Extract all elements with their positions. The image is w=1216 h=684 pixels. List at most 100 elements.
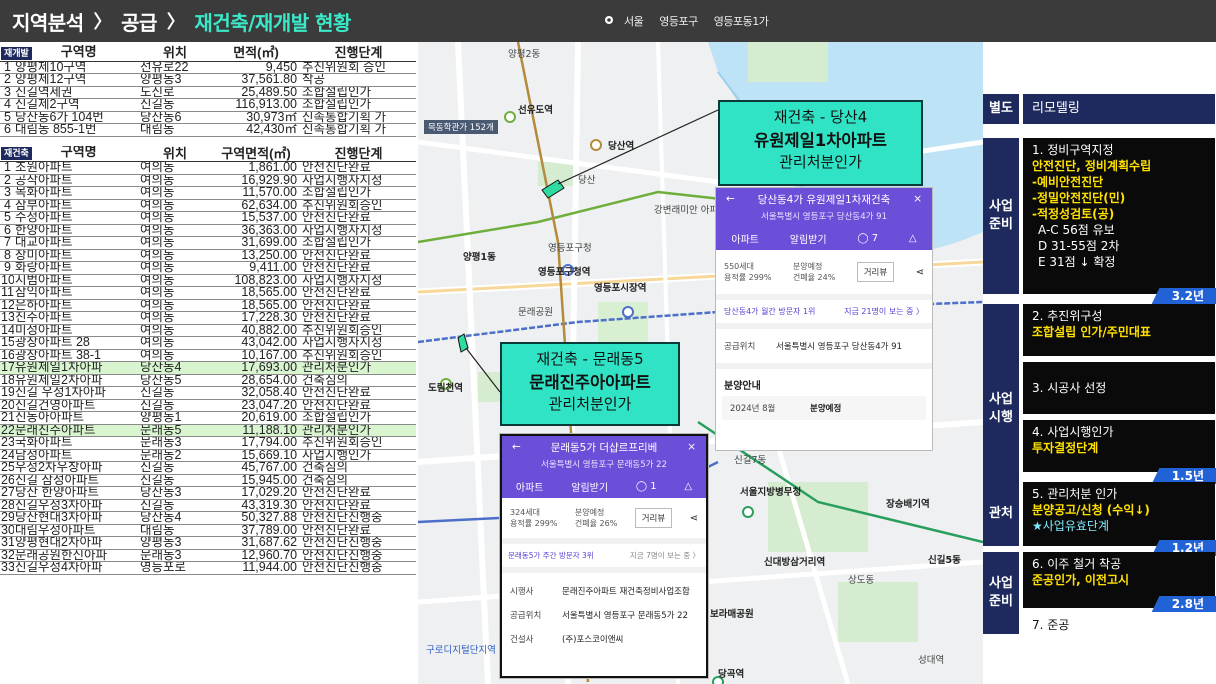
location: 당산동3 <box>139 486 212 500</box>
area: 40,882.00 <box>211 324 302 337</box>
row-number: 4 <box>0 199 14 212</box>
supply-location-value: 서울특별시 영등포구 당산동4가 91 <box>776 342 902 352</box>
progress-stage: 추진위원회승인 <box>301 199 417 212</box>
zone-name: 신길 우성1차아파 <box>14 386 140 400</box>
rebuild-table: 재건축 구역명 위치 구역면적(㎡) 진행단계 1 초원아파트 여의동 1,861.0… <box>0 145 417 575</box>
area: 9,411.00 <box>211 261 302 275</box>
tab-notify[interactable]: 알림받기 <box>790 231 827 246</box>
comment-count: 7 <box>871 232 879 244</box>
location-level3[interactable]: 영등포동1가 <box>714 13 769 29</box>
property-panel-dangsan[interactable]: ← 당산동4가 유원제일1차재건축 × 서울특별시 영등포구 당산동4가 91 … <box>716 188 932 450</box>
zone-name: 당산현대3차아파 <box>14 511 140 525</box>
map-road-tag: 목동학관가 152개 <box>424 120 498 134</box>
table-row: 26 신길 삼성아파트 신길동 15,945.00 건축심의 <box>0 474 417 487</box>
bell-icon[interactable]: △ <box>684 481 692 492</box>
visitor-rank: 문래동5가 주간 방문자 3위 <box>508 551 594 560</box>
row-number: 5 <box>0 211 14 225</box>
location-pin-icon <box>605 16 613 24</box>
step1-detail: -예비안전진단 <box>1032 175 1104 189</box>
viewer-count[interactable]: 지금 21명이 보는 중 〉 <box>844 306 924 317</box>
row-number: 13 <box>0 311 14 325</box>
comment-button[interactable]: ◯ 1 <box>636 481 657 492</box>
table-row: 6 한양아파트 여의동 36,363.00 사업시행자지정 <box>0 224 417 237</box>
sale-status: 분양예정 <box>792 262 823 271</box>
step4-box: 4. 사업시행인가 투자결정단계 <box>1023 420 1215 472</box>
table-row: 14 미성아파트 여의동 40,882.00 추진위원회승인 <box>0 324 417 337</box>
area: 11,570.00 <box>211 186 302 200</box>
map-label: 신길7동 <box>734 455 767 466</box>
share-icon[interactable]: ⋖ <box>916 267 924 278</box>
location: 여의동 <box>139 249 212 262</box>
progress-stage: 착공 <box>301 73 417 87</box>
area: 9,450 <box>211 61 302 74</box>
row-number: 20 <box>0 399 14 412</box>
back-arrow-icon[interactable]: ← <box>512 441 521 453</box>
table-row: 17 유원제일1차아파 당산동4 17,693.00 관리처분인가 <box>0 361 417 375</box>
area: 15,669.10 <box>211 449 302 462</box>
close-icon[interactable]: × <box>687 441 696 453</box>
zone-name: 삼익아파트 <box>14 286 140 300</box>
share-icon[interactable]: ⋖ <box>690 513 698 524</box>
row-number: 16 <box>0 349 14 362</box>
row-number: 1 <box>0 161 14 175</box>
tab-apartment[interactable]: 아파트 <box>516 479 544 494</box>
tab-notify[interactable]: 알림받기 <box>571 479 608 494</box>
progress-stage: 안전진단완료 <box>301 399 417 412</box>
comment-button[interactable]: ◯ 7 <box>857 233 878 244</box>
callout-title: 유원제일1차아파트 <box>754 131 887 150</box>
back-arrow-icon[interactable]: ← <box>726 193 735 205</box>
title-separator: 〉 <box>166 12 185 33</box>
col-header: 면적(㎡) <box>211 45 302 62</box>
comment-count: 1 <box>650 480 657 492</box>
property-panel-munrae[interactable]: ← 문래동5가 더샵르프리베 × 서울특별시 영등포구 문래동5가 22 아파트… <box>500 434 708 678</box>
map-label: 도림천역 <box>428 383 463 394</box>
table-row: 20 신길건영아파트 신길동 23,047.20 안전진단완료 <box>0 399 417 412</box>
zone-name: 시범아파트 <box>14 274 140 287</box>
callout-status: 관리처분인가 <box>779 153 862 171</box>
col-header: 구역면적(㎡) <box>211 145 302 162</box>
progress-stage: 신속통합기획 가 <box>301 123 417 137</box>
progress-stage: 안전진단완료 <box>301 261 417 275</box>
close-icon[interactable]: × <box>913 193 922 205</box>
location: 여의동 <box>139 336 212 350</box>
units-count: 550세대 <box>724 262 754 271</box>
progress-stage: 추진위원회승인 <box>301 324 417 337</box>
zone-name: 은하아파트 <box>14 299 140 312</box>
area: 31,687.62 <box>211 536 302 550</box>
row-number: 2 <box>0 73 14 87</box>
map-label: 양평2동 <box>508 49 541 60</box>
step6-title: 6. 이주 철거 착공 <box>1032 557 1122 571</box>
step1-title: 1. 정비구역지정 <box>1032 143 1114 157</box>
table-row: 3 신길역세권 도신로 25,489.50 조합설립인가 <box>0 86 417 99</box>
map-view[interactable]: 양평2동 선유도역 목동학관가 152개 당산역 당산 강변래미안 아파트 영등… <box>418 42 983 684</box>
area: 10,167.00 <box>211 349 302 362</box>
location: 문래동2 <box>139 449 212 462</box>
zone-name: 당산동6가 104번 <box>14 111 140 124</box>
sale-date-status: 분양예정 <box>810 404 842 414</box>
location: 여의동 <box>139 236 212 250</box>
building-coverage: 건폐율 24% <box>792 273 836 282</box>
location: 여의동 <box>139 211 212 225</box>
location: 당산동5 <box>139 374 212 387</box>
step3-box: 3. 시공사 선정 <box>1023 362 1215 414</box>
street-view-button[interactable]: 거리뷰 <box>856 262 895 282</box>
table-row: 5 당산동6가 104번 당산동6 30,973㎡ 신속통합기획 가 <box>0 111 417 124</box>
callout-title: 문래진주아아파트 <box>529 373 651 392</box>
table-row: 32 문래공원한신아파 문래동3 12,960.70 안전진단진행중 <box>0 549 417 562</box>
map-label: 양평1동 <box>463 252 496 263</box>
row-number: 1 <box>0 61 14 74</box>
street-view-button[interactable]: 거리뷰 <box>634 508 673 528</box>
step5-detail: 분양공고/신청 (수익↓) <box>1032 503 1150 517</box>
area: 42,430㎡ <box>211 123 302 137</box>
zone-name: 삼부아파트 <box>14 199 140 212</box>
row-number: 4 <box>0 98 14 112</box>
location-level1[interactable]: 서울 <box>624 13 644 29</box>
bell-icon[interactable]: △ <box>909 233 917 244</box>
map-location-breadcrumb[interactable]: 서울 영등포구 영등포동1가 <box>604 0 774 42</box>
tab-apartment[interactable]: 아파트 <box>731 231 759 246</box>
location-level2[interactable]: 영등포구 <box>659 13 698 29</box>
location: 양평동1 <box>139 411 212 425</box>
viewer-count[interactable]: 지금 7명이 보는 중 〉 <box>630 550 700 561</box>
table-row: 22 문래진주아파트 문래동5 11,188.10 관리처분인가 <box>0 424 417 437</box>
zone-name: 한양아파트 <box>14 224 140 237</box>
